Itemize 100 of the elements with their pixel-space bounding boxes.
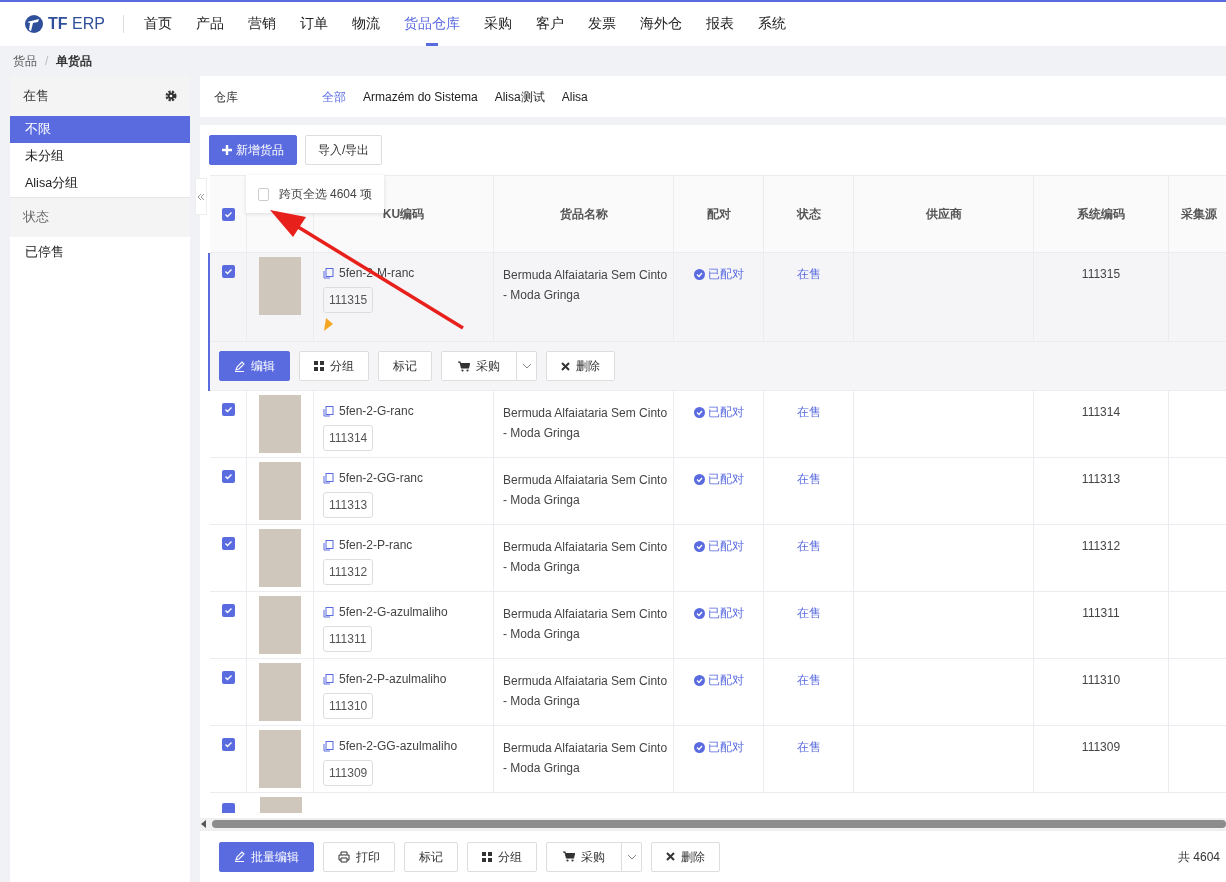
- mark-button[interactable]: 标记: [404, 841, 458, 872]
- sku-text: 5fen-2-G-ranc: [339, 403, 414, 420]
- warehouse-option[interactable]: 全部: [322, 87, 346, 106]
- sidebar-item[interactable]: 未分组: [10, 143, 190, 170]
- column-header[interactable]: 状态: [796, 205, 821, 223]
- system-code: 111312: [1081, 538, 1121, 555]
- row-checkbox[interactable]: [221, 537, 235, 550]
- sidebar-group-title: 状态: [23, 209, 49, 227]
- copy-icon[interactable]: [323, 472, 334, 484]
- column-header[interactable]: 货品名称: [559, 205, 608, 223]
- status-link[interactable]: 在售: [796, 537, 821, 591]
- pairing-status: 已配对: [693, 470, 744, 488]
- status-link[interactable]: 在售: [796, 265, 821, 341]
- nav-tab[interactable]: 物流: [339, 2, 392, 46]
- pairing-status: 已配对: [693, 265, 744, 283]
- check-icon: [223, 209, 233, 219]
- column-header[interactable]: KU编码: [382, 205, 425, 223]
- copy-icon[interactable]: [323, 673, 334, 685]
- check-circle-icon: [693, 406, 705, 418]
- row-checkbox[interactable]: [221, 671, 235, 684]
- settings-icon[interactable]: [165, 90, 177, 102]
- photo-placeholder: [259, 596, 301, 654]
- purchase-button[interactable]: 采购: [441, 351, 517, 381]
- check-icon: [223, 740, 233, 749]
- check-circle-icon: [693, 674, 705, 686]
- column-header[interactable]: 供应商: [925, 205, 962, 223]
- warehouse-option[interactable]: Alisa: [561, 87, 588, 106]
- check-circle-icon: [693, 473, 705, 485]
- nav-tab[interactable]: 首页: [131, 2, 184, 46]
- chevron-down-icon: [521, 363, 532, 369]
- delete-button[interactable]: 删除: [651, 841, 720, 872]
- scroll-left-icon[interactable]: [200, 820, 208, 828]
- row-checkbox[interactable]: [221, 265, 235, 278]
- photo-placeholder: [259, 257, 301, 315]
- nav-tab[interactable]: 货品仓库: [391, 2, 472, 46]
- column-header[interactable]: 采集源: [1180, 205, 1217, 223]
- copy-icon[interactable]: [323, 539, 334, 551]
- sidebar-item[interactable]: Alisa分组: [10, 170, 190, 197]
- horizontal-scrollbar[interactable]: [212, 820, 1226, 828]
- row-checkbox[interactable]: [221, 470, 235, 483]
- pairing-status: 已配对: [693, 604, 744, 622]
- copy-icon[interactable]: [323, 606, 334, 618]
- system-code: 111315: [1081, 266, 1121, 283]
- edit-button[interactable]: 批量编辑: [219, 841, 314, 872]
- check-icon: [223, 267, 233, 276]
- row-checkbox[interactable]: [221, 738, 235, 751]
- purchase-button[interactable]: 采购: [546, 841, 622, 872]
- delete-button[interactable]: 删除: [546, 351, 615, 381]
- row-checkbox[interactable]: [222, 803, 235, 813]
- nav-tab[interactable]: 发票: [575, 2, 628, 46]
- select-all-checkbox[interactable]: [221, 207, 235, 221]
- status-link[interactable]: 在售: [796, 738, 821, 792]
- copy-icon[interactable]: [323, 267, 334, 279]
- warehouse-option[interactable]: Armazém do Sistema: [363, 87, 478, 106]
- copy-icon[interactable]: [323, 740, 334, 752]
- product-name: Bermuda Alfaiataria Sem Cinto - Moda Gringa: [503, 268, 668, 302]
- product-name: Bermuda Alfaiataria Sem Cinto - Moda Gringa: [503, 540, 668, 574]
- checkbox[interactable]: [258, 187, 269, 201]
- status-link[interactable]: 在售: [796, 403, 821, 457]
- nav-tab[interactable]: 海外仓: [627, 2, 694, 46]
- status-link[interactable]: 在售: [796, 604, 821, 658]
- add-button[interactable]: 新增货品: [209, 135, 297, 165]
- warehouse-option[interactable]: Alisa测试: [494, 87, 545, 106]
- status-link[interactable]: 在售: [796, 671, 821, 725]
- sidebar-item[interactable]: 不限: [10, 116, 190, 143]
- code-tag: 111313: [323, 492, 374, 518]
- collapse-sidebar-button[interactable]: [195, 178, 207, 215]
- mark-button[interactable]: 标记: [378, 351, 432, 381]
- nav-tab[interactable]: 订单: [287, 2, 340, 46]
- copy-icon[interactable]: [323, 405, 334, 417]
- nav-tab[interactable]: 客户: [523, 2, 576, 46]
- import-export-button[interactable]: 导入/导出: [305, 135, 383, 165]
- status-link[interactable]: 在售: [796, 470, 821, 524]
- breadcrumb-item[interactable]: 货品: [13, 52, 37, 70]
- sidebar-item[interactable]: 已停售: [10, 239, 190, 266]
- nav-tab[interactable]: 产品: [183, 2, 236, 46]
- total-count: 共 4604: [1177, 848, 1220, 866]
- pairing-status: 已配对: [693, 403, 744, 421]
- check-icon: [223, 405, 233, 414]
- row-checkbox[interactable]: [221, 604, 235, 617]
- column-header[interactable]: 配对: [706, 205, 731, 223]
- double-chevron-left-icon: [197, 192, 205, 201]
- system-code: 111314: [1081, 404, 1121, 421]
- nav-tab[interactable]: 采购: [471, 2, 524, 46]
- column-header[interactable]: 系统编码: [1077, 205, 1125, 223]
- system-code: 111310: [1081, 672, 1121, 689]
- nav-tab[interactable]: 报表: [693, 2, 746, 46]
- plus-icon: [222, 145, 232, 155]
- edit-button[interactable]: 编辑: [219, 351, 290, 381]
- nav-tab[interactable]: 系统: [745, 2, 798, 46]
- system-code: 111311: [1082, 605, 1120, 622]
- print-button[interactable]: 打印: [323, 841, 395, 872]
- product-name: Bermuda Alfaiataria Sem Cinto - Moda Gringa: [503, 406, 668, 440]
- nav-tab[interactable]: 营销: [235, 2, 288, 46]
- chevron-down-icon: [626, 853, 637, 860]
- pencil-icon: [234, 360, 245, 372]
- group-button[interactable]: 分组: [299, 351, 369, 381]
- check-icon: [223, 673, 233, 682]
- group-button[interactable]: 分组: [467, 841, 537, 872]
- row-checkbox[interactable]: [221, 403, 235, 416]
